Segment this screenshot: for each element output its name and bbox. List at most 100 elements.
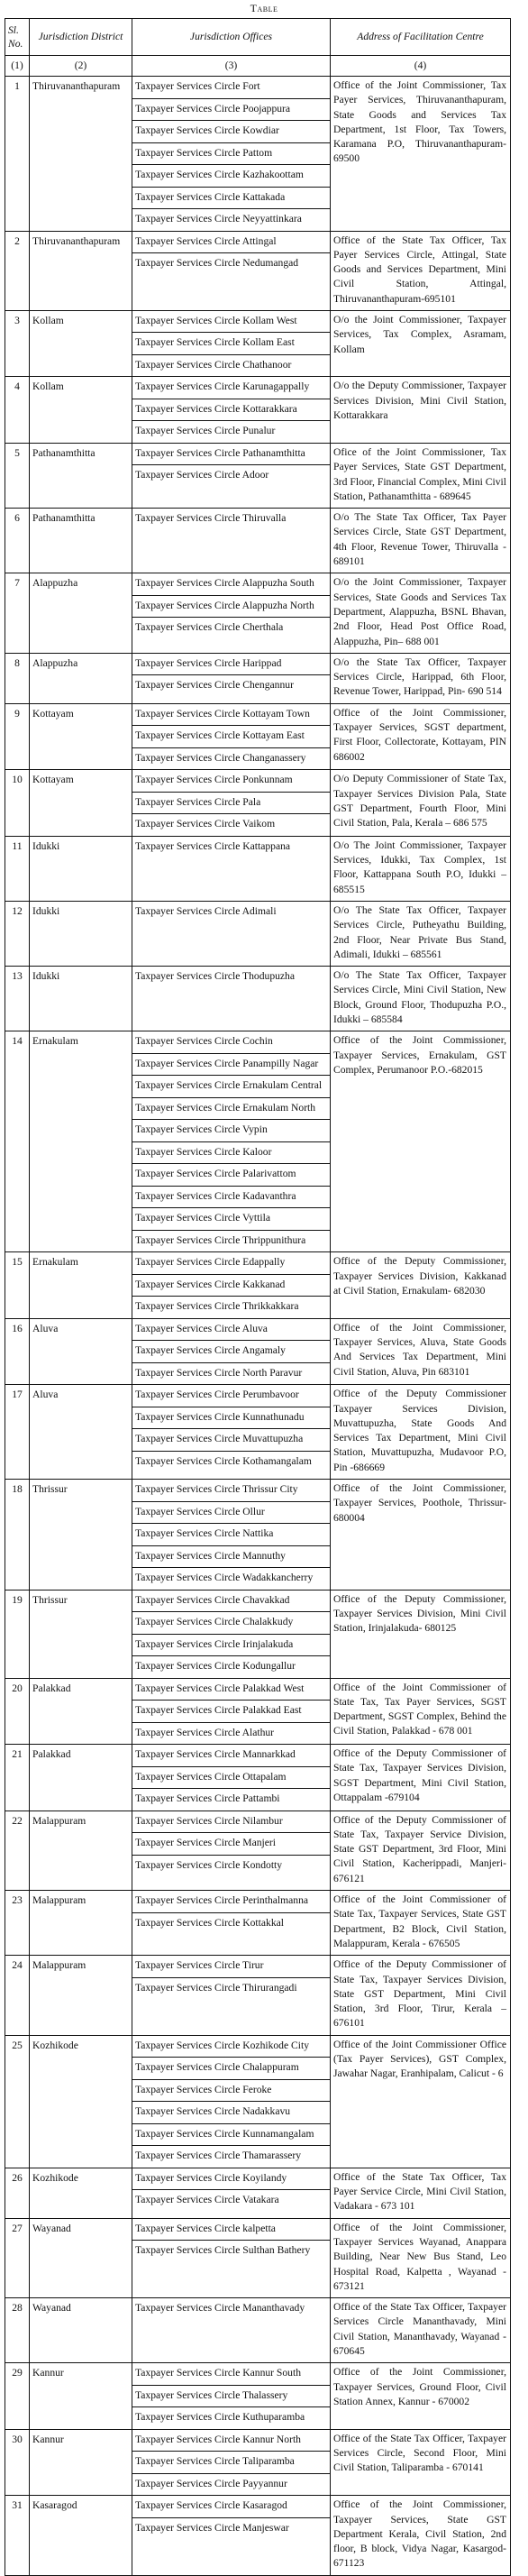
serial-number: 4 (5, 376, 30, 444)
office-item: Taxpayer Services Circle Ottapalam (132, 1767, 330, 1790)
jurisdiction-offices: Taxpayer Services Circle Adimali (132, 900, 331, 967)
office-item: Taxpayer Services Circle Pathanamthitta (132, 444, 330, 466)
serial-number: 3 (5, 309, 30, 378)
jurisdiction-offices: Taxpayer Services Circle Pathanamthitta T… (132, 442, 331, 509)
table-row: 7 Alappuzha Taxpayer Services Circle Alapp… (5, 573, 511, 654)
office-item: Taxpayer Services Circle Kottakkal (135, 1916, 284, 1929)
office-item: Taxpayer Services Circle Cherthala (135, 621, 284, 634)
office-item: Taxpayer Services Circle Palakkad East (132, 1701, 330, 1723)
jurisdiction-offices: Taxpayer Services Circle Perinthalmanna T… (132, 1890, 331, 1957)
serial-number: 6 (5, 508, 30, 574)
serial-number: 12 (5, 900, 30, 967)
jurisdiction-district: Pathanamthitta (29, 442, 132, 509)
jurisdiction-offices: Taxpayer Services Circle Tirur Taxpayer S… (132, 1955, 331, 2036)
office-item: Taxpayer Services Circle Kaloor (132, 1142, 330, 1165)
jurisdiction-offices: Taxpayer Services Circle Aluva Taxpayer S… (132, 1317, 331, 1386)
table-row: 10 Kottayam Taxpayer Services Circle Ponku… (5, 769, 511, 837)
office-item: Taxpayer Services Circle Vyttila (132, 1208, 330, 1231)
serial-number: 5 (5, 442, 30, 509)
jurisdiction-district: Ernakulam (29, 1251, 132, 1319)
office-item: Taxpayer Services Circle Kodungallur (135, 1660, 296, 1673)
facilitation-centre-address: Office of the Joint Commissioner, Taxpay… (330, 1479, 511, 1591)
office-item: Taxpayer Services Circle Kottayam Town (132, 704, 330, 727)
serial-number: 15 (5, 1251, 30, 1319)
office-item: Taxpayer Services Circle Kazhakoottam (132, 165, 330, 188)
office-item: Taxpayer Services Circle Kollam West (132, 311, 330, 334)
facilitation-centre-address: Office of the State Tax Officer, Taxpaye… (330, 2428, 511, 2497)
office-item: Taxpayer Services Circle Nilambur (132, 1811, 330, 1834)
jurisdiction-district: Palakkad (29, 1744, 132, 1811)
office-item: Taxpayer Services Circle Muvattupuzha (132, 1429, 330, 1452)
office-item: Taxpayer Services Circle Kunnathunadu (132, 1407, 330, 1430)
facilitation-centre-address: Office of the Joint Commissioner, Taxpay… (330, 702, 511, 771)
header-row: Sl. No. Jurisdiction District Jurisdicti… (5, 18, 511, 56)
facilitation-centre-address: O/o The Joint Commissioner, Taxpayer Ser… (330, 835, 511, 902)
column-number: (4) (330, 55, 511, 77)
jurisdiction-district: Thiruvananthapuram (29, 230, 132, 311)
serial-number: 23 (5, 1890, 30, 1957)
office-item: Taxpayer Services Circle Thalassery (132, 2386, 330, 2408)
jurisdiction-offices: Taxpayer Services Circle Thiruvalla (132, 508, 331, 574)
table-row: 11 Idukki Taxpayer Services Circle Kattapp… (5, 835, 511, 902)
jurisdiction-offices: Taxpayer Services Circle Attingal Taxpaye… (132, 230, 331, 311)
serial-number: 7 (5, 573, 30, 654)
table-row: 27 Wayanad Taxpayer Services Circle kalpet… (5, 2217, 511, 2299)
office-item: Taxpayer Services Circle Alappuzha North (132, 596, 330, 619)
office-item: Taxpayer Services Circle Feroke (132, 2080, 330, 2103)
office-item: Taxpayer Services Circle Adoor (135, 469, 269, 481)
table-caption: Table (250, 2, 278, 14)
serial-number: 29 (5, 2362, 30, 2430)
serial-number: 19 (5, 1589, 30, 1679)
office-item: Taxpayer Services Circle Poojappura (132, 99, 330, 121)
office-item: Taxpayer Services Circle Kakkanad (132, 1275, 330, 1297)
jurisdiction-district: Kottayam (29, 702, 132, 771)
office-item: Taxpayer Services Circle Mananthavady (135, 2302, 305, 2315)
jurisdiction-offices: Taxpayer Services Circle Thrissur City Ta… (132, 1479, 331, 1591)
office-item: Taxpayer Services Circle Alathur (135, 1726, 275, 1738)
office-item: Taxpayer Services Circle Thodupuzha (135, 970, 296, 983)
table-row: 16 Aluva Taxpayer Services Circle Aluva Tax… (5, 1317, 511, 1386)
column-number: (3) (132, 55, 331, 77)
jurisdiction-district: Thiruvananthapuram (29, 76, 132, 232)
table-row: 21 Palakkad Taxpayer Services Circle Manna… (5, 1744, 511, 1811)
table-row: 18 Thrissur Taxpayer Services Circle Thris… (5, 1479, 511, 1591)
table-row: 6 Pathanamthitta Taxpayer Services Circle … (5, 508, 511, 574)
office-item: Taxpayer Services Circle Mannuthy (132, 1546, 330, 1569)
table-row: 29 Kannur Taxpayer Services Circle Kannur … (5, 2362, 511, 2430)
header-offices: Jurisdiction Offices (132, 18, 331, 56)
facilitation-centre-address: Office of the Joint Commissioner, Taxpay… (330, 2362, 511, 2430)
jurisdiction-offices: Taxpayer Services Circle Edappally Taxpay… (132, 1251, 331, 1319)
facilitation-centre-address: O/o the Joint Commissioner, Taxpayer Ser… (330, 573, 511, 654)
facilitation-centres-table: Sl. No. Jurisdiction District Jurisdicti… (5, 18, 511, 2576)
office-item: Taxpayer Services Circle Kuthuparamba (135, 2411, 305, 2424)
facilitation-centre-address: Office of the State Tax Officer, Tax Pay… (330, 2167, 511, 2219)
facilitation-centre-address: O/o the Deputy Commissioner, Taxpayer Se… (330, 376, 511, 444)
facilitation-centre-address: O/o The State Tax Officer, Taxpayer Serv… (330, 966, 511, 1032)
jurisdiction-offices: Taxpayer Services Circle Palakkad West Ta… (132, 1677, 331, 1746)
office-item: Taxpayer Services Circle Kothamangalam (135, 1454, 312, 1467)
serial-number: 16 (5, 1317, 30, 1386)
office-item: Taxpayer Services Circle Vypin (132, 1120, 330, 1142)
serial-number: 8 (5, 652, 30, 704)
facilitation-centre-address: Office of the Deputy Commissioner Taxpay… (330, 1384, 511, 1481)
office-item: Taxpayer Services Circle Thrissur City (132, 1480, 330, 1502)
office-item: Taxpayer Services Circle Chavakkad (132, 1591, 330, 1613)
jurisdiction-district: Thrissur (29, 1479, 132, 1591)
office-item: Taxpayer Services Circle Manjeswar (135, 2521, 289, 2534)
office-item: Taxpayer Services Circle Ollur (132, 1502, 330, 1525)
facilitation-centre-address: Office of the Joint Commissioner Office … (330, 2034, 511, 2168)
jurisdiction-offices: Taxpayer Services Circle Mannarkkad Taxpa… (132, 1744, 331, 1811)
office-item: Taxpayer Services Circle Fort (132, 77, 330, 99)
jurisdiction-offices: Taxpayer Services Circle Nilambur Taxpaye… (132, 1810, 331, 1892)
jurisdiction-district: Kozhikode (29, 2034, 132, 2168)
office-item: Taxpayer Services Circle Perinthalmanna (132, 1891, 330, 1913)
jurisdiction-district: Kannur (29, 2362, 132, 2430)
table-row: 31 Kasaragod Taxpayer Services Circle Kasa… (5, 2495, 511, 2576)
table-row: 4 Kollam Taxpayer Services Circle Karunaga… (5, 376, 511, 444)
office-item: Taxpayer Services Circle Kottarakkara (132, 399, 330, 422)
serial-number: 25 (5, 2034, 30, 2168)
office-item: Taxpayer Services Circle Thirurangadi (135, 1981, 297, 1994)
table-row: 17 Aluva Taxpayer Services Circle Perumbav… (5, 1384, 511, 1481)
jurisdiction-district: Kannur (29, 2428, 132, 2497)
office-item: Taxpayer Services Circle Thiruvalla (135, 512, 287, 525)
